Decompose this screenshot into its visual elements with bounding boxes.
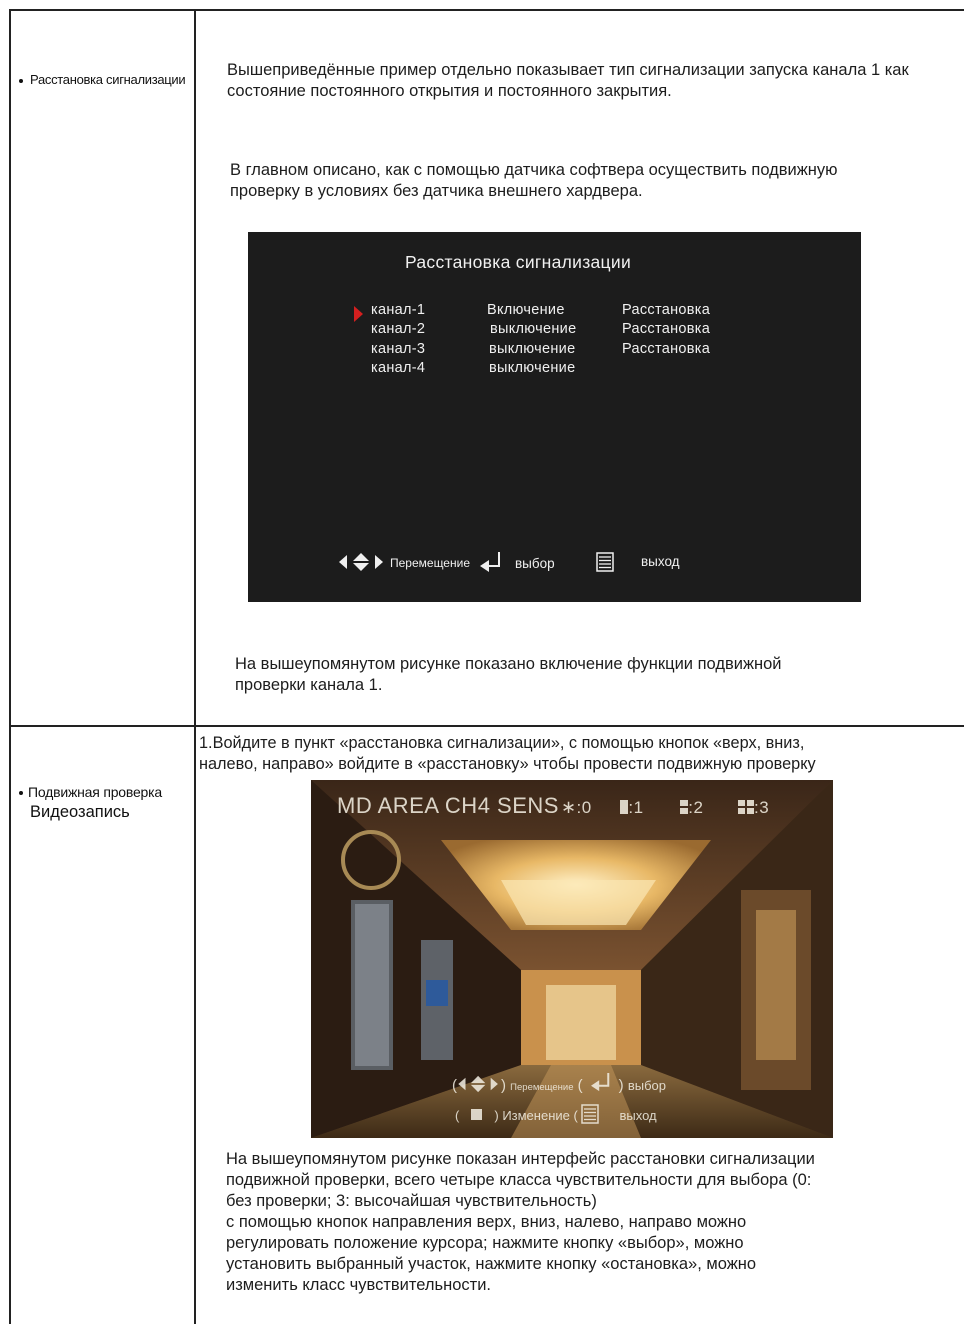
channel-action: Расстановка — [622, 302, 711, 318]
footer-select-label: выбор — [515, 556, 555, 571]
md-area-header: MD AREA CH4 SENS ∗:0 :1 :2 :3 — [337, 793, 770, 818]
paragraph-sensitivity-description: На вышеупомянутом рисунке показан интерф… — [226, 1150, 815, 1294]
arrows-icon — [458, 1075, 498, 1093]
channel-name: канал-2 — [371, 321, 426, 337]
channel-action: Расстановка — [622, 341, 711, 357]
sens-block-2-icon — [680, 800, 689, 814]
paragraph-motion-intro: 1.Войдите в пункт «расстановка сигнализа… — [199, 734, 816, 773]
channel-state: выключение — [489, 360, 576, 376]
row-label-motion-detection: Подвижная проверка Видеозапись — [19, 782, 191, 822]
channel-state: выключение — [490, 321, 577, 337]
channel-name: канал-3 — [371, 341, 426, 357]
table-border-left — [9, 9, 11, 1324]
table-row-divider — [9, 725, 964, 727]
osd-title: Расстановка сигнализации — [405, 252, 632, 272]
channel-action: Расстановка — [622, 321, 711, 337]
alarm-setup-osd-screen: Расстановка сигнализации канал-1 Включен… — [248, 232, 861, 602]
enter-icon — [590, 1073, 609, 1092]
bullet-icon — [19, 791, 23, 796]
channel-name: канал-4 — [371, 360, 426, 376]
channel-state: Включение — [487, 302, 565, 318]
enter-icon — [480, 552, 500, 572]
channel-name: канал-1 — [371, 302, 426, 318]
table-border-top — [9, 9, 964, 11]
md-hint-move-row: ( ) Перемещение ( ) выбор — [452, 1073, 666, 1094]
paragraph-alarm-type: Вышеприведённые пример отдельно показыва… — [227, 61, 909, 100]
paragraph-channel1-enabled: На вышеупомянутом рисунке показано включ… — [235, 655, 782, 694]
menu-icon — [581, 1104, 599, 1124]
md-hint-change-row: () Изменение ( выход — [455, 1104, 657, 1124]
row-label-alarm-setup: Расстановка сигнализации — [19, 70, 191, 90]
footer-exit-label: выход — [641, 554, 680, 569]
footer-move-label: Перемещение — [390, 556, 470, 570]
bullet-icon — [19, 78, 23, 83]
stop-square-icon — [471, 1109, 483, 1120]
sens-block-3-icon — [738, 800, 755, 814]
sens-block-1-icon — [620, 800, 629, 814]
table-column-divider — [194, 9, 196, 1324]
channel-state: выключение — [489, 341, 576, 357]
paragraph-software-sensor: В главном описано, как с помощью датчика… — [230, 161, 838, 200]
menu-icon — [596, 552, 614, 572]
selection-arrow-icon — [354, 306, 363, 322]
arrows-icon — [339, 553, 383, 571]
